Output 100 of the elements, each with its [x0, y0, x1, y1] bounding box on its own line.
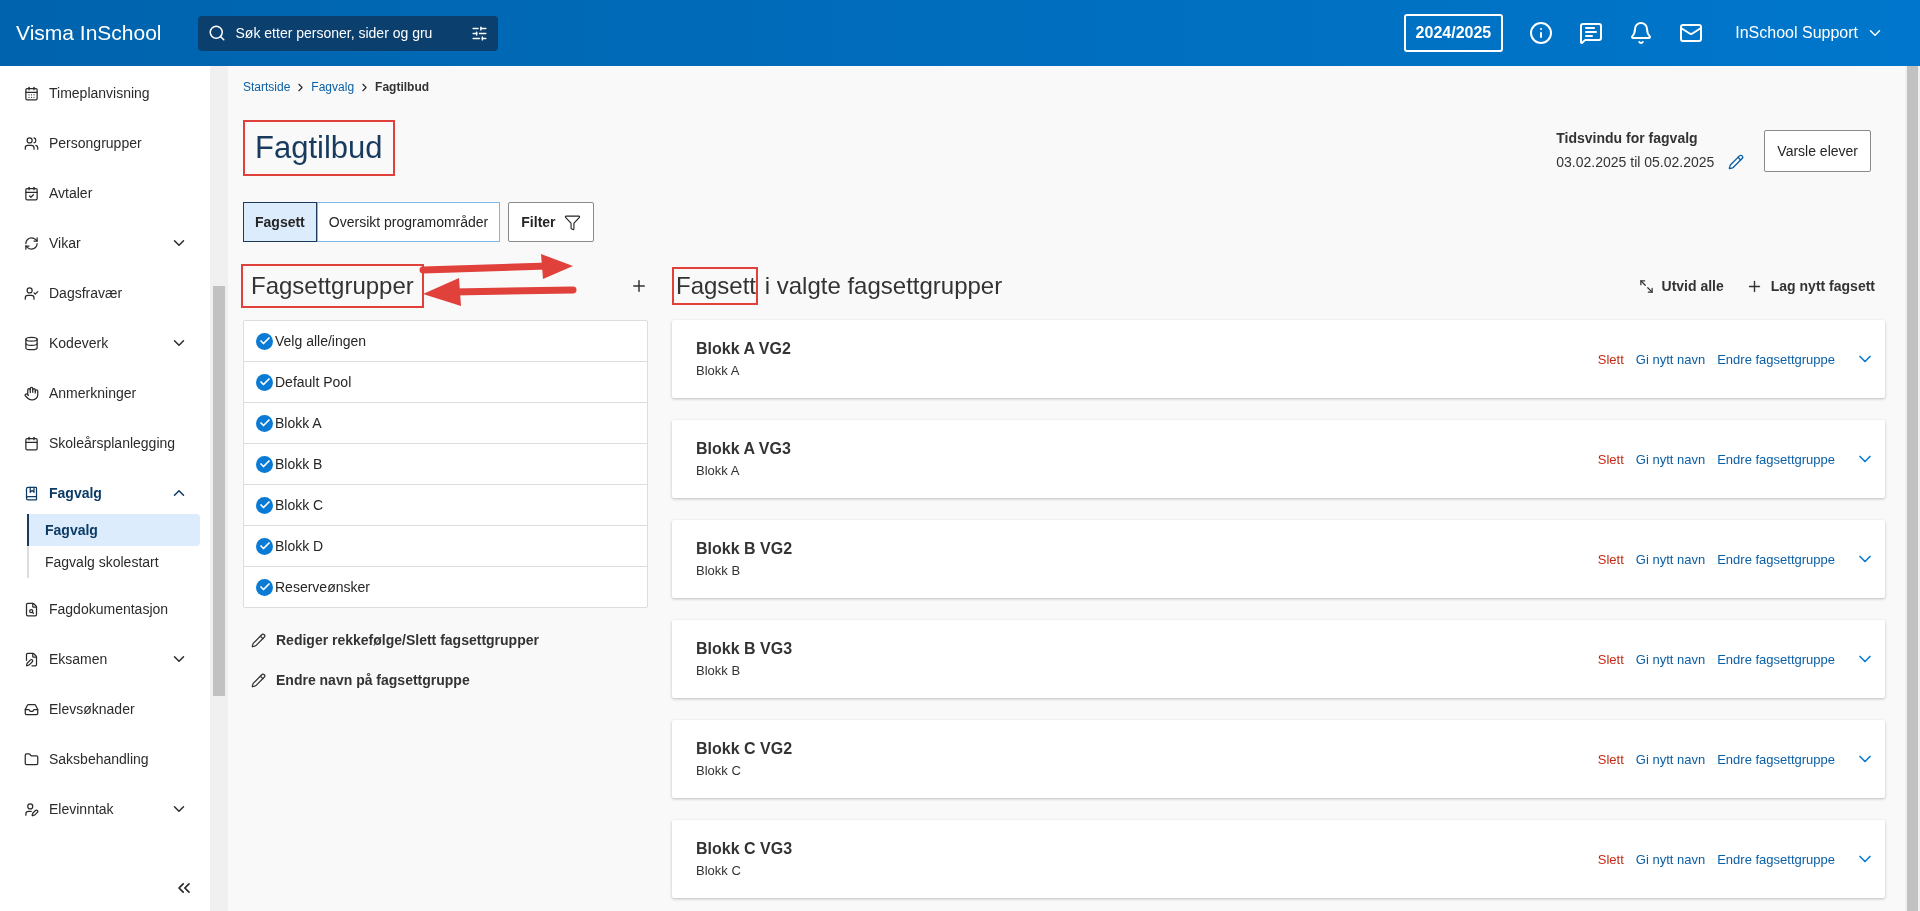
menu-item-icon — [24, 185, 39, 201]
card-title: Blokk A VG3 — [696, 440, 791, 458]
menu-item-icon — [24, 651, 39, 667]
app-logo[interactable]: Visma InSchool — [16, 21, 162, 45]
edit-link[interactable]: Endre navn på fagsettgruppe — [251, 672, 470, 688]
page-scrollbar[interactable] — [1905, 66, 1920, 911]
menu-item-icon — [24, 385, 39, 401]
checkbox[interactable] — [256, 496, 273, 514]
card-title: Blokk C VG3 — [696, 840, 793, 858]
checkbox-label: Velg alle/ingen — [275, 333, 367, 349]
menu-item-icon — [24, 235, 39, 251]
delete-link[interactable]: Slett — [1597, 751, 1624, 767]
check-icon — [258, 581, 271, 593]
card-subtitle: Blokk C — [696, 863, 742, 878]
sidebar-subitem[interactable]: Fagvalg — [27, 514, 200, 546]
sidebar-item[interactable]: Saksbehandling — [0, 734, 210, 784]
edit-link[interactable]: Rediger rekkefølge/Slett fagsettgrupper — [251, 632, 539, 648]
breadcrumb-link[interactable]: Startside — [243, 80, 291, 94]
tab[interactable]: Fagsett — [243, 202, 317, 242]
card-title: Blokk B VG3 — [696, 640, 793, 658]
expand-arrows-icon — [1638, 278, 1654, 294]
rename-link[interactable]: Gi nytt navn — [1635, 851, 1706, 867]
bell-icon[interactable] — [1629, 21, 1654, 45]
change-group-link[interactable]: Endre fagsettgruppe — [1717, 651, 1835, 667]
notify-students-button[interactable]: Varsle elever — [1764, 130, 1871, 172]
sidebar-item[interactable]: Vikar — [0, 218, 210, 268]
check-icon — [258, 540, 271, 552]
sidebar-subitem[interactable]: Fagvalg skolestart — [27, 546, 200, 578]
pencil-icon — [251, 632, 266, 648]
sidebar-scrollbar[interactable] — [210, 66, 228, 911]
user-menu-button[interactable]: InSchool Support — [1729, 23, 1890, 43]
search-input[interactable]: Søk etter personer, sider og gru — [233, 24, 463, 42]
checkbox[interactable] — [256, 578, 273, 596]
checkbox[interactable] — [256, 537, 273, 555]
card-subtitle: Blokk B — [696, 563, 742, 578]
section-heading: Fagsett i valgte fagsettgrupper — [672, 267, 1003, 305]
check-icon — [258, 417, 271, 429]
rename-link[interactable]: Gi nytt navn — [1635, 451, 1706, 467]
card-subtitle: Blokk C — [696, 763, 742, 778]
check-icon — [258, 376, 271, 388]
filter-icon — [563, 213, 581, 231]
pencil-icon[interactable] — [1728, 154, 1745, 170]
sidebar-item[interactable]: Persongrupper — [0, 118, 210, 168]
sidebar-item[interactable]: Avtaler — [0, 168, 210, 218]
check-icon — [258, 458, 271, 470]
menu-item-icon — [24, 435, 39, 451]
search-field[interactable]: Søk etter personer, sider og gru — [197, 15, 498, 51]
mail-icon[interactable] — [1679, 21, 1704, 45]
checkbox[interactable] — [256, 414, 273, 432]
sidebar-item[interactable]: Anmerkninger — [0, 368, 210, 418]
menu-item-icon — [24, 285, 39, 301]
rename-link[interactable]: Gi nytt navn — [1635, 551, 1706, 567]
breadcrumb-link[interactable]: Fagvalg — [311, 80, 355, 94]
breadcrumb-current: Fagtilbud — [375, 80, 430, 94]
sidebar-item[interactable]: Fagdokumentasjon — [0, 584, 210, 634]
sidebar-item[interactable]: Skoleårsplanlegging — [0, 418, 210, 468]
info-icon[interactable] — [1529, 21, 1554, 45]
menu-item-icon — [24, 601, 39, 617]
sidebar-item[interactable]: Timeplanvisning — [0, 68, 210, 118]
sidebar-item[interactable]: Eksamen — [0, 634, 210, 684]
check-icon — [258, 499, 271, 511]
sms-icon[interactable] — [1579, 21, 1604, 45]
change-group-link[interactable]: Endre fagsettgruppe — [1717, 851, 1835, 867]
school-year-button[interactable]: 2024/2025 — [1403, 14, 1504, 52]
rename-link[interactable]: Gi nytt navn — [1635, 751, 1706, 767]
time-window-dates: 03.02.2025 til 05.02.2025 — [1556, 154, 1715, 170]
delete-link[interactable]: Slett — [1597, 451, 1624, 467]
checkbox-label: Blokk B — [275, 456, 323, 472]
sidebar-item[interactable]: Elevinntak — [0, 784, 210, 834]
menu-item-icon — [24, 85, 39, 101]
delete-link[interactable]: Slett — [1597, 651, 1624, 667]
delete-link[interactable]: Slett — [1597, 851, 1624, 867]
checkbox-label: Default Pool — [275, 374, 352, 390]
sliders-icon[interactable] — [470, 24, 488, 42]
sidebar-item[interactable]: Kodeverk — [0, 318, 210, 368]
change-group-link[interactable]: Endre fagsettgruppe — [1717, 351, 1835, 367]
checkbox[interactable] — [256, 373, 273, 391]
sidebar-item[interactable]: Elevsøknader — [0, 684, 210, 734]
new-set-button[interactable]: Lag nytt fagsett — [1745, 277, 1875, 295]
menu-item-icon — [24, 751, 39, 767]
filter-button[interactable]: Filter — [508, 202, 594, 242]
search-icon — [207, 24, 226, 42]
card-subtitle: Blokk A — [696, 463, 741, 478]
tab[interactable]: Oversikt programområder — [316, 202, 501, 242]
delete-link[interactable]: Slett — [1597, 551, 1624, 567]
change-group-link[interactable]: Endre fagsettgruppe — [1717, 751, 1835, 767]
checkbox-label: Blokk D — [275, 538, 324, 554]
menu-item-icon — [24, 701, 39, 717]
change-group-link[interactable]: Endre fagsettgruppe — [1717, 451, 1835, 467]
rename-link[interactable]: Gi nytt navn — [1635, 651, 1706, 667]
delete-link[interactable]: Slett — [1597, 351, 1624, 367]
menu-item-icon — [24, 335, 39, 351]
checkbox[interactable] — [256, 332, 273, 350]
expand-all-button[interactable]: Utvid alle — [1638, 277, 1724, 295]
rename-link[interactable]: Gi nytt navn — [1635, 351, 1706, 367]
sidebar-item[interactable]: Dagsfravær — [0, 268, 210, 318]
change-group-link[interactable]: Endre fagsettgruppe — [1717, 551, 1835, 567]
add-icon[interactable] — [630, 277, 648, 295]
card-title: Blokk C VG2 — [696, 740, 793, 758]
checkbox[interactable] — [256, 455, 273, 473]
